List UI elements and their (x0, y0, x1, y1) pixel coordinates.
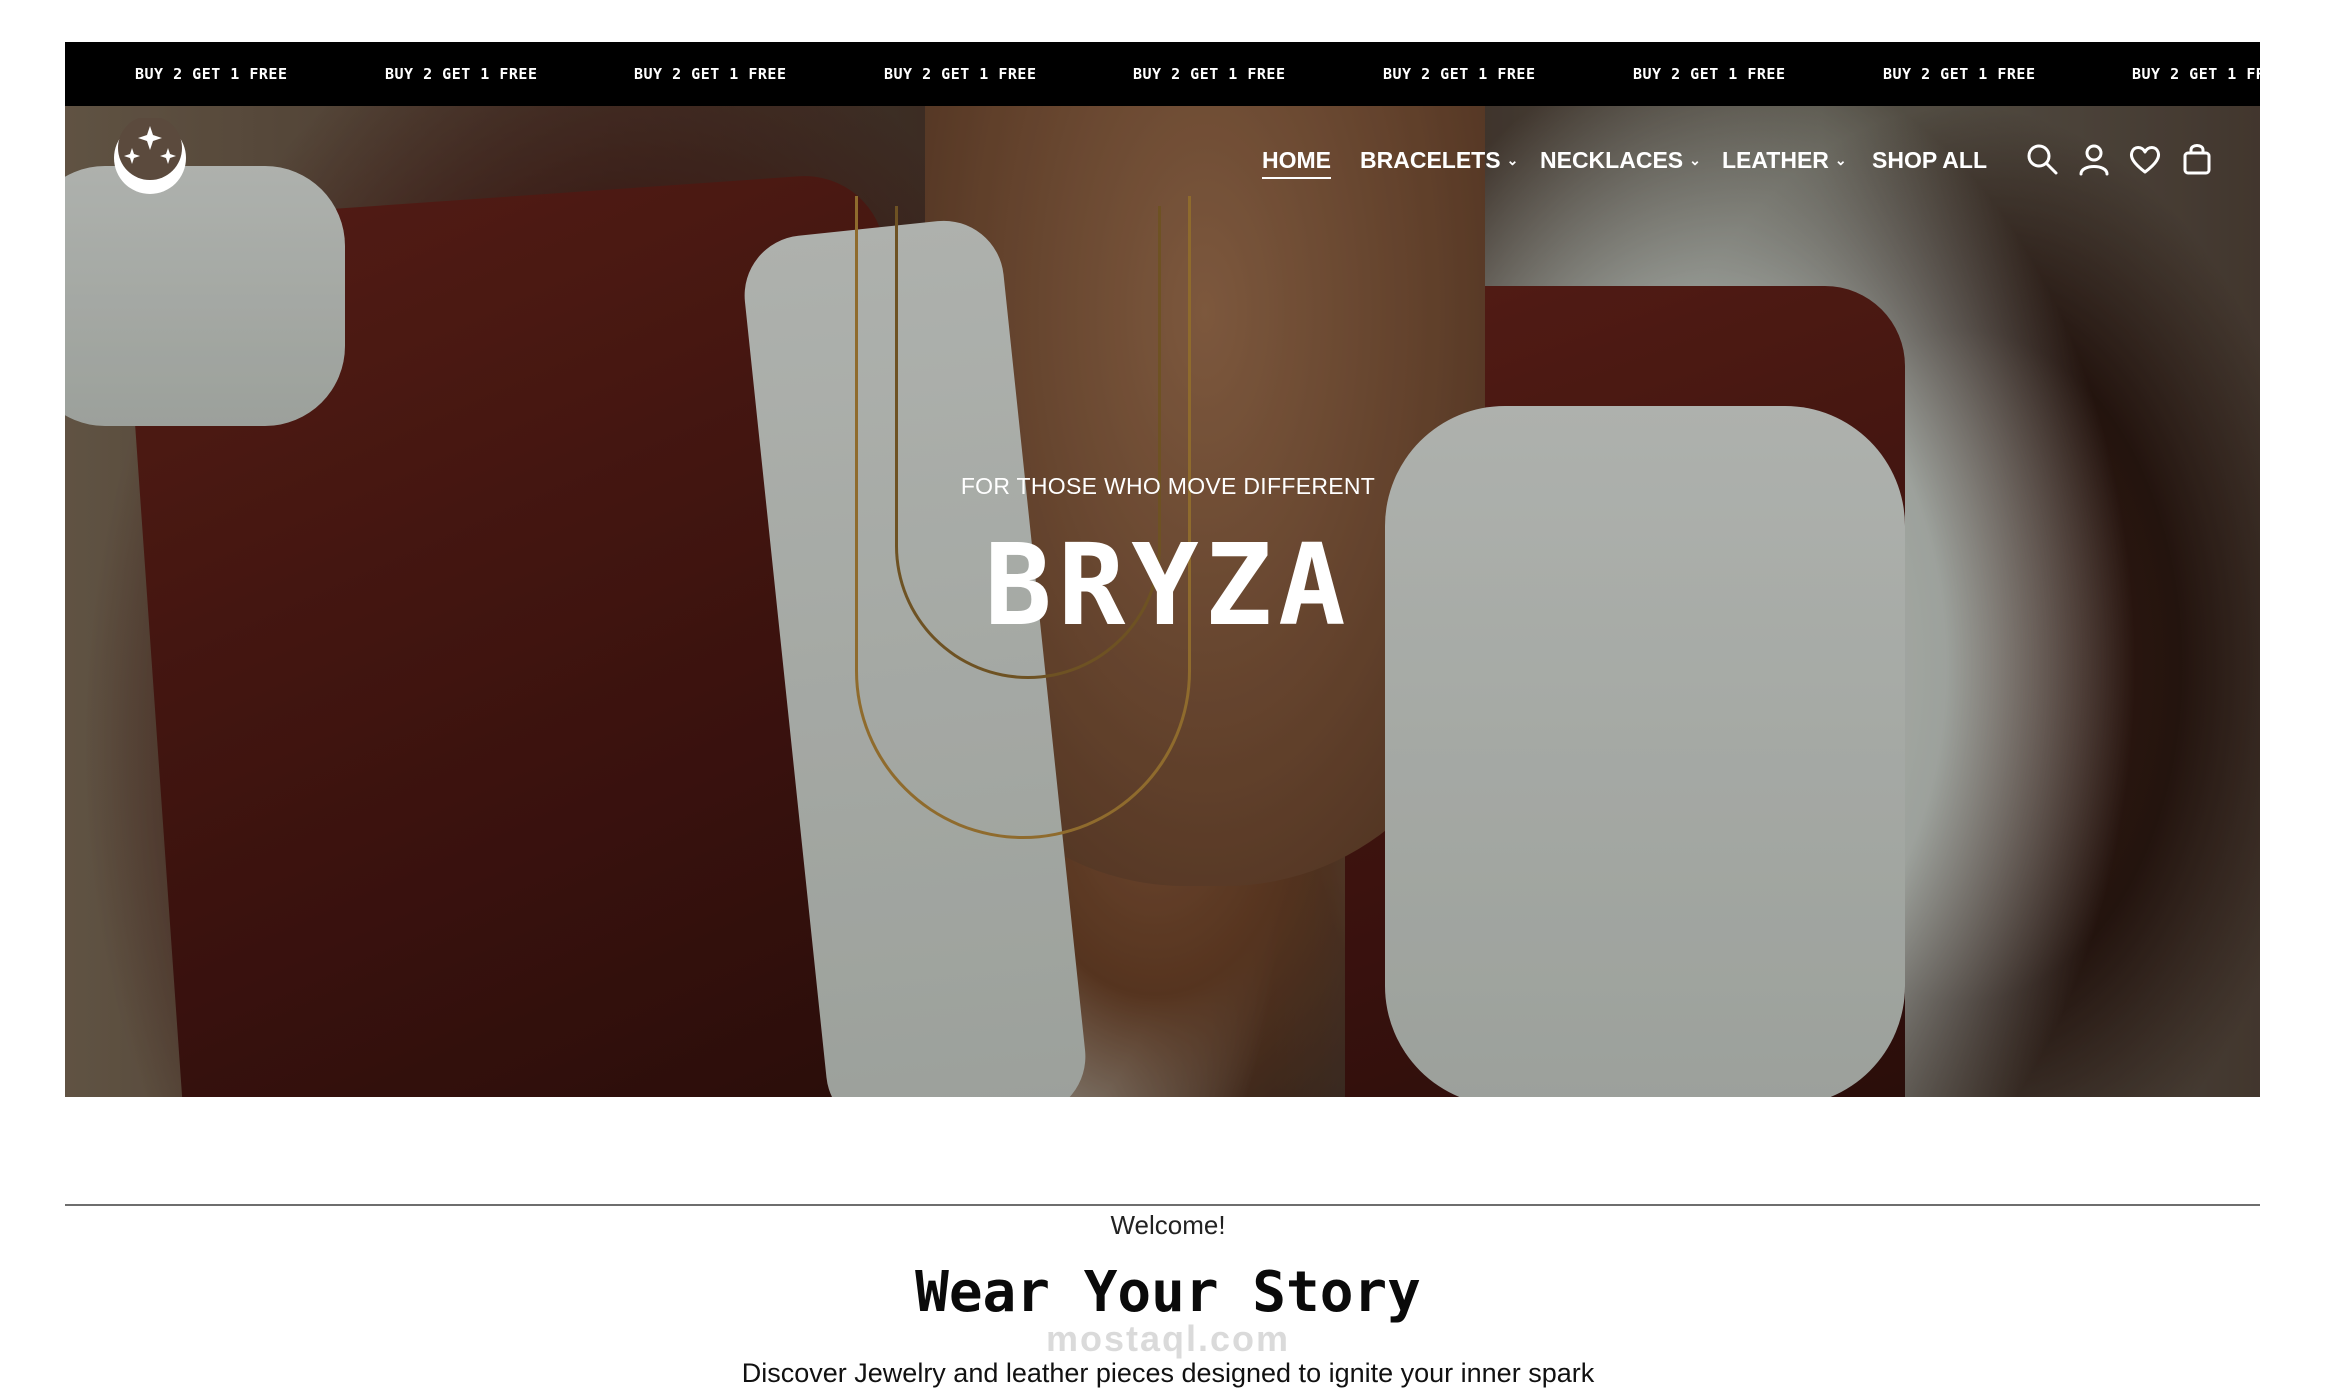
nav-item-shop-all[interactable]: SHOP ALL (1872, 140, 1987, 180)
announcement-item: BUY 2 GET 1 FREE (634, 65, 787, 83)
account-icon[interactable] (2077, 142, 2111, 176)
watermark: mostaql.com (1045, 1318, 1291, 1359)
section-divider (65, 1204, 2260, 1206)
wishlist-icon[interactable] (2128, 142, 2162, 176)
nav-item-label: BRACELETS (1360, 147, 1501, 173)
page: BUY 2 GET 1 FREE BUY 2 GET 1 FREE BUY 2 … (0, 0, 2336, 1388)
welcome-label: Welcome! (1110, 1210, 1226, 1240)
announcement-item: BUY 2 GET 1 FREE (884, 65, 1037, 83)
cart-icon[interactable] (2180, 142, 2214, 176)
chevron-down-icon: ⌄ (1834, 151, 1847, 168)
section-subtext: Discover Jewelry and leather pieces desi… (741, 1358, 1595, 1388)
nav-item-leather[interactable]: LEATHER ⌄ (1722, 140, 1847, 180)
chevron-down-icon: ⌄ (1689, 151, 1701, 168)
announcement-item: BUY 2 GET 1 FREE (135, 65, 288, 83)
nav-item-necklaces[interactable]: NECKLACES ⌄ (1540, 140, 1701, 180)
main-nav: HOME BRACELETS ⌄ NECKLACES ⌄ LEATHER ⌄ SHOP… (0, 140, 2336, 180)
announcement-item: BUY 2 GET 1 FREE (1383, 65, 1536, 83)
hero-title: BRYZA (984, 521, 1352, 651)
nav-item-label: NECKLACES (1540, 147, 1684, 173)
announcement-bar: BUY 2 GET 1 FREE BUY 2 GET 1 FREE BUY 2 … (65, 42, 2260, 106)
search-icon[interactable] (2025, 142, 2059, 176)
announcement-item: BUY 2 GET 1 FREE (1633, 65, 1786, 83)
nav-item-bracelets[interactable]: BRACELETS ⌄ (1360, 140, 1518, 180)
chevron-down-icon: ⌄ (1506, 151, 1519, 168)
nav-item-home[interactable]: HOME (1262, 140, 1331, 180)
section-heading: Wear Your Story (915, 1260, 1421, 1325)
announcement-item: BUY 2 GET 1 FR (2132, 65, 2260, 83)
hero-tagline: FOR THOSE WHO MOVE DIFFERENT (960, 473, 1376, 499)
nav-item-label: LEATHER (1722, 147, 1829, 173)
announcement-item: BUY 2 GET 1 FREE (1883, 65, 2036, 83)
nav-item-label: SHOP ALL (1872, 147, 1988, 173)
announcement-item: BUY 2 GET 1 FREE (1133, 65, 1286, 83)
announcement-item: BUY 2 GET 1 FREE (385, 65, 538, 83)
nav-item-label: HOME (1262, 147, 1331, 179)
